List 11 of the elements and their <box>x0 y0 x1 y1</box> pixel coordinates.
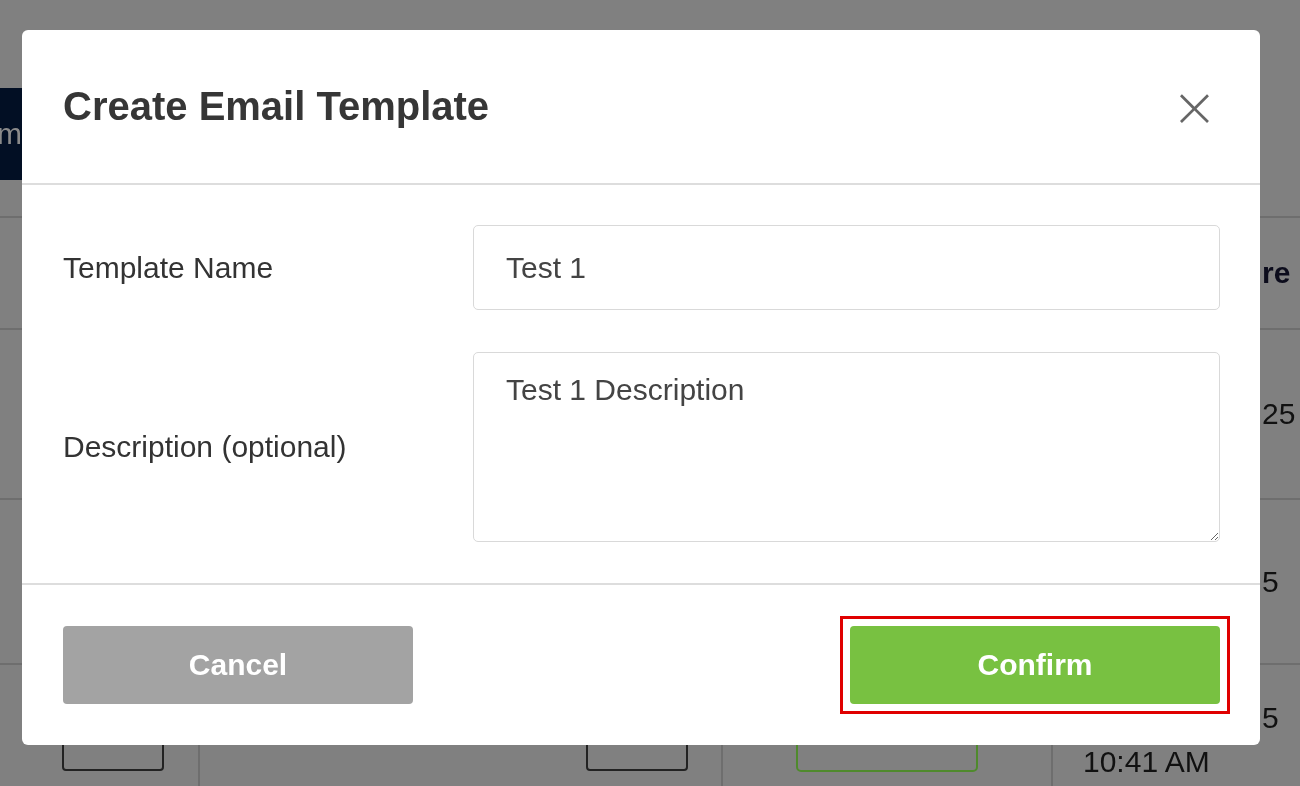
table-cell-text: 5 <box>1262 564 1280 599</box>
name-field[interactable]: Test 1 <box>473 225 1220 310</box>
close-button[interactable]: × <box>1171 78 1218 135</box>
field-label: Template Name <box>63 250 275 285</box>
table-cell-text: 5 <box>1262 703 1280 733</box>
column-header: re <box>1262 256 1292 290</box>
table-cell-text: 10:41 AM <box>1083 747 1211 777</box>
table-cell-text: 25 <box>1262 397 1297 431</box>
dialog-title: Create Email Template <box>63 84 491 129</box>
description-field[interactable]: Test 1 Description <box>473 352 1220 542</box>
field-label: Description (optional) <box>63 430 348 464</box>
